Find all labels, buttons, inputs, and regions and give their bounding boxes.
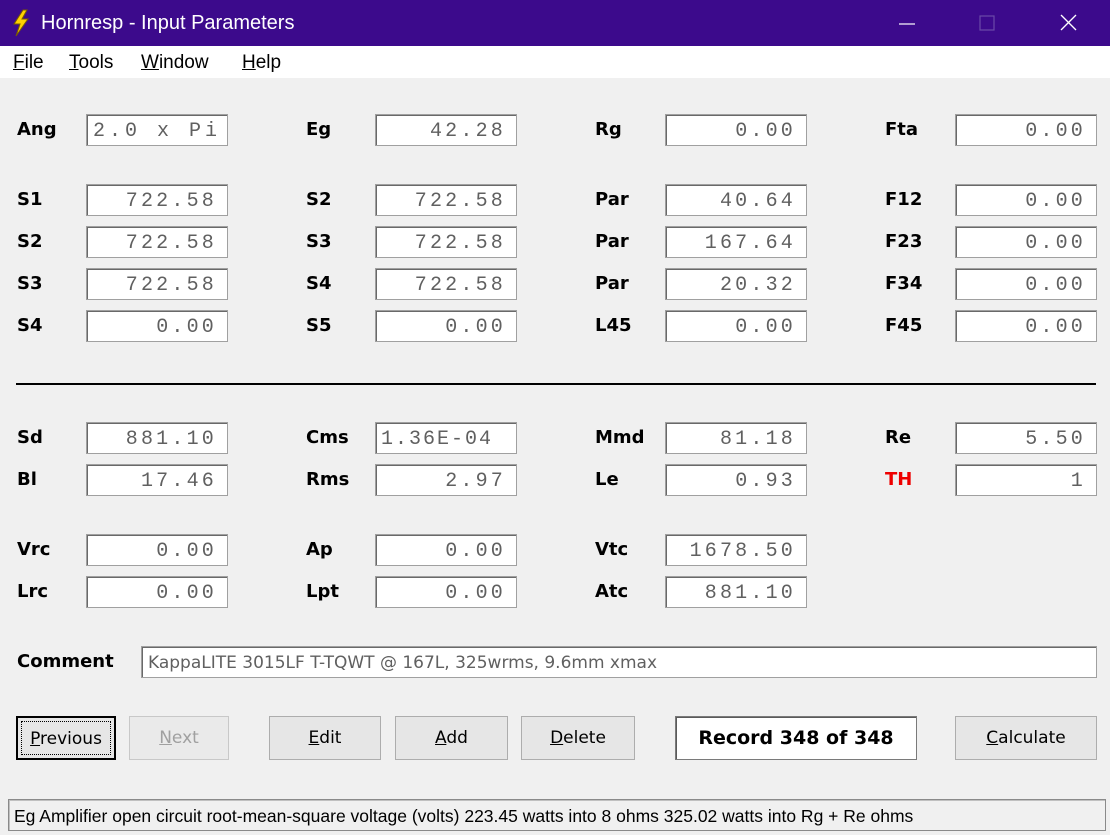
field-par1[interactable]: 40.64 [665,184,807,216]
field-atc[interactable]: 881.10 [665,576,807,608]
label-s5: S5 [306,315,332,336]
field-eg[interactable]: 42.28 [375,114,517,146]
minimize-button[interactable] [868,0,948,46]
field-bl[interactable]: 17.46 [86,464,228,496]
comment-field[interactable]: KappaLITE 3015LF T-TQWT @ 167L, 325wrms,… [141,646,1097,678]
label-s4-row4: S4 [17,315,43,336]
field-le[interactable]: 0.93 [665,464,807,496]
field-sd[interactable]: 881.10 [86,422,228,454]
label-par2: Par [595,231,629,252]
title-bar: Hornresp - Input Parameters [0,0,1110,46]
menu-window[interactable]: Window [141,52,209,74]
menu-help[interactable]: Help [242,52,281,74]
field-s4[interactable]: 722.58 [375,268,517,300]
label-atc: Atc [595,581,629,602]
field-f23[interactable]: 0.00 [955,226,1097,258]
status-bar: Eg Amplifier open circuit root-mean-squa… [8,799,1106,831]
label-s2-row2: S2 [17,231,43,252]
record-indicator: Record 348 of 348 [675,716,917,760]
label-lrc: Lrc [17,581,49,602]
field-f45[interactable]: 0.00 [955,310,1097,342]
field-ap[interactable]: 0.00 [375,534,517,566]
label-f12: F12 [885,189,923,210]
field-re[interactable]: 5.50 [955,422,1097,454]
field-par2[interactable]: 167.64 [665,226,807,258]
lightning-bolt-icon [10,9,32,37]
label-par1: Par [595,189,629,210]
section-divider [16,383,1096,385]
field-mmd[interactable]: 81.18 [665,422,807,454]
field-th[interactable]: 1 [955,464,1097,496]
label-f34: F34 [885,273,923,294]
field-s5[interactable]: 0.00 [375,310,517,342]
field-s3-row3[interactable]: 722.58 [86,268,228,300]
menu-file[interactable]: File [13,52,44,74]
label-rg: Rg [595,119,622,140]
menu-tools[interactable]: Tools [69,52,113,74]
calculate-button[interactable]: Calculate [955,716,1097,760]
field-f34[interactable]: 0.00 [955,268,1097,300]
close-icon [1060,14,1077,31]
label-re: Re [885,427,912,448]
field-s3[interactable]: 722.58 [375,226,517,258]
label-cms: Cms [306,427,349,448]
field-s2[interactable]: 722.58 [375,184,517,216]
field-rms[interactable]: 2.97 [375,464,517,496]
field-rg[interactable]: 0.00 [665,114,807,146]
previous-button[interactable]: Previous [16,716,116,760]
maximize-icon [979,15,995,31]
field-fta[interactable]: 0.00 [955,114,1097,146]
label-bl: Bl [17,469,37,490]
field-vtc[interactable]: 1678.50 [665,534,807,566]
field-lrc[interactable]: 0.00 [86,576,228,608]
field-lpt[interactable]: 0.00 [375,576,517,608]
label-vtc: Vtc [595,539,629,560]
field-l45[interactable]: 0.00 [665,310,807,342]
menu-bar: File Tools Window Help [0,46,1110,78]
field-s4-row4[interactable]: 0.00 [86,310,228,342]
label-f23: F23 [885,231,923,252]
field-s1[interactable]: 722.58 [86,184,228,216]
edit-button[interactable]: Edit [269,716,381,760]
label-f45: F45 [885,315,923,336]
label-sd: Sd [17,427,43,448]
label-vrc: Vrc [17,539,51,560]
field-f12[interactable]: 0.00 [955,184,1097,216]
next-button: Next [129,716,229,760]
field-s2-row2[interactable]: 722.58 [86,226,228,258]
label-eg: Eg [306,119,332,140]
label-s3-row3: S3 [17,273,43,294]
label-fta: Fta [885,119,919,140]
label-s4: S4 [306,273,332,294]
label-ap: Ap [306,539,333,560]
close-button[interactable] [1030,0,1110,46]
delete-button[interactable]: Delete [521,716,635,760]
label-s2: S2 [306,189,332,210]
field-ang[interactable]: 2.0 x Pi [86,114,228,146]
label-ang: Ang [17,119,57,140]
add-button[interactable]: Add [395,716,508,760]
label-s3: S3 [306,231,332,252]
label-rms: Rms [306,469,350,490]
window-title: Hornresp - Input Parameters [41,12,295,34]
label-mmd: Mmd [595,427,645,448]
status-text: Eg Amplifier open circuit root-mean-squa… [14,806,914,826]
label-th[interactable]: TH [885,469,912,490]
label-lpt: Lpt [306,581,339,602]
minimize-icon [899,23,915,25]
label-l45: L45 [595,315,632,336]
field-par3[interactable]: 20.32 [665,268,807,300]
label-le: Le [595,469,619,490]
maximize-button [948,0,1028,46]
field-cms[interactable]: 1.36E-04 [375,422,517,454]
label-comment: Comment [17,651,114,672]
label-s1: S1 [17,189,43,210]
field-vrc[interactable]: 0.00 [86,534,228,566]
label-par3: Par [595,273,629,294]
